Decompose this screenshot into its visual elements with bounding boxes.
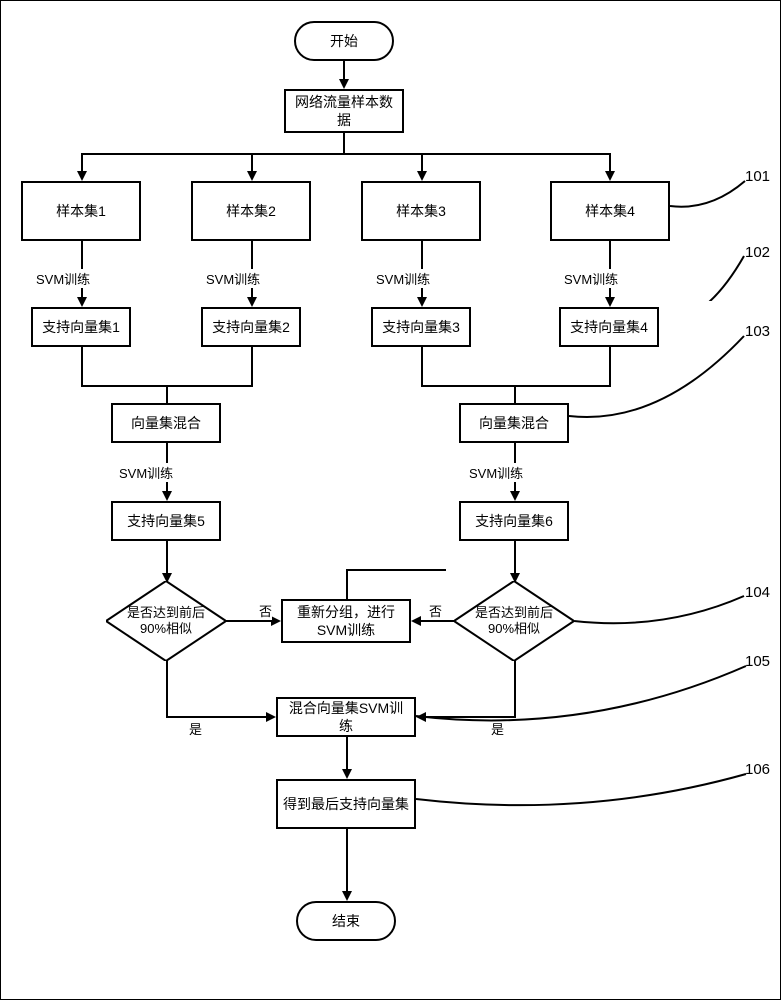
ref-104: 104 bbox=[745, 584, 770, 601]
sv-set-6: 支持向量集6 bbox=[459, 501, 569, 541]
sv-set-1: 支持向量集1 bbox=[31, 307, 131, 347]
ref-106: 106 bbox=[745, 761, 770, 778]
ref-102: 102 bbox=[745, 244, 770, 261]
svm-train-label-5: SVM训练 bbox=[119, 463, 173, 482]
decision-left: 是否达到前后90%相似 bbox=[106, 581, 226, 661]
svm-train-label-1: SVM训练 bbox=[36, 269, 90, 288]
svm-train-label-4: SVM训练 bbox=[564, 269, 618, 288]
vector-mix-right: 向量集混合 bbox=[459, 403, 569, 443]
final-sv-set-box: 得到最后支持向量集 bbox=[276, 779, 416, 829]
input-data-label: 网络流量样本数据 bbox=[290, 93, 398, 129]
mix-svm-train-box: 混合向量集SVM训练 bbox=[276, 697, 416, 737]
sample-set-4: 样本集4 bbox=[550, 181, 670, 241]
no-label-right: 否 bbox=[429, 601, 442, 620]
input-data-box: 网络流量样本数据 bbox=[284, 89, 404, 133]
svm-train-label-2: SVM训练 bbox=[206, 269, 260, 288]
flowchart-canvas: 开始 网络流量样本数据 样本集1 样本集2 样本集3 样本集4 SVM训练 SV… bbox=[0, 0, 781, 1000]
ref-105: 105 bbox=[745, 653, 770, 670]
svm-train-label-3: SVM训练 bbox=[376, 269, 430, 288]
sv-set-2: 支持向量集2 bbox=[201, 307, 301, 347]
decision-right: 是否达到前后90%相似 bbox=[454, 581, 574, 661]
start-label: 开始 bbox=[330, 32, 358, 50]
yes-label-left: 是 bbox=[189, 719, 202, 738]
vector-mix-left: 向量集混合 bbox=[111, 403, 221, 443]
end-label: 结束 bbox=[332, 912, 360, 930]
sv-set-5: 支持向量集5 bbox=[111, 501, 221, 541]
sv-set-3: 支持向量集3 bbox=[371, 307, 471, 347]
sample-set-1: 样本集1 bbox=[21, 181, 141, 241]
regroup-box: 重新分组，进行SVM训练 bbox=[281, 599, 411, 643]
end-node: 结束 bbox=[296, 901, 396, 941]
svm-train-label-6: SVM训练 bbox=[469, 463, 523, 482]
sample-set-3: 样本集3 bbox=[361, 181, 481, 241]
ref-101: 101 bbox=[745, 168, 770, 185]
start-node: 开始 bbox=[294, 21, 394, 61]
no-label-left: 否 bbox=[259, 601, 272, 620]
ref-103: 103 bbox=[745, 323, 770, 340]
sample-set-2: 样本集2 bbox=[191, 181, 311, 241]
